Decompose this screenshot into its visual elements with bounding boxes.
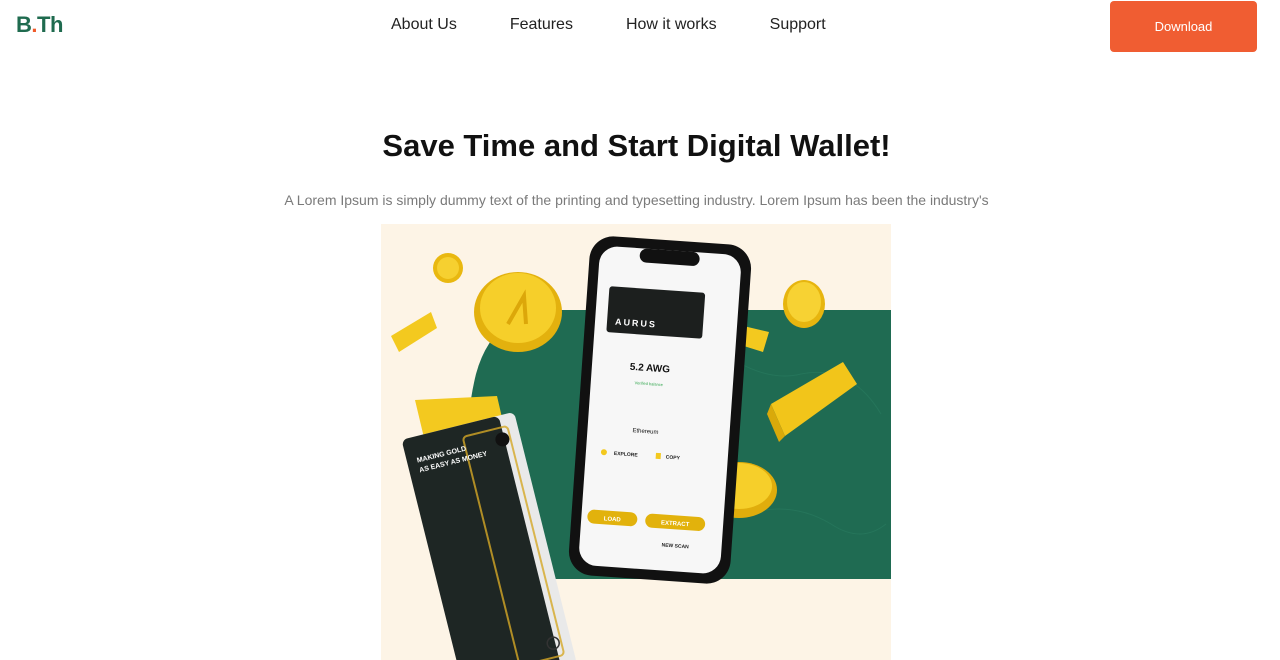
phone-mockup: AURUS 5.2 AWG Verified balance Ethereum … (568, 236, 752, 584)
logo-prefix: B (16, 12, 32, 37)
copy-label: COPY (665, 455, 680, 462)
nav-support[interactable]: Support (770, 16, 826, 34)
illustration-svg: AURUS 5.2 AWG Verified balance Ethereum … (391, 236, 891, 660)
nav-how-it-works[interactable]: How it works (626, 16, 717, 34)
gold-coin-large-icon (474, 272, 562, 352)
nav-about-us[interactable]: About Us (391, 16, 457, 34)
site-header: B.Th About Us Features How it works Supp… (0, 0, 1280, 56)
hero-subtitle: A Lorem Ipsum is simply dummy text of th… (284, 192, 989, 208)
phone-card (606, 286, 706, 339)
logo-suffix: Th (37, 12, 63, 37)
brand-logo[interactable]: B.Th (16, 12, 63, 38)
nav-features[interactable]: Features (510, 16, 573, 34)
gold-bar-left-icon (391, 312, 437, 352)
load-label: LOAD (604, 516, 622, 523)
hero-title: Save Time and Start Digital Wallet! (382, 128, 891, 163)
wallet-illustration: AURUS 5.2 AWG Verified balance Ethereum … (381, 224, 891, 660)
gold-coin-right-icon (783, 280, 825, 328)
gold-coin-small-icon (433, 253, 463, 283)
download-button[interactable]: Download (1110, 1, 1257, 52)
main-nav: About Us Features How it works Support (391, 16, 826, 34)
copy-icon (655, 452, 661, 460)
